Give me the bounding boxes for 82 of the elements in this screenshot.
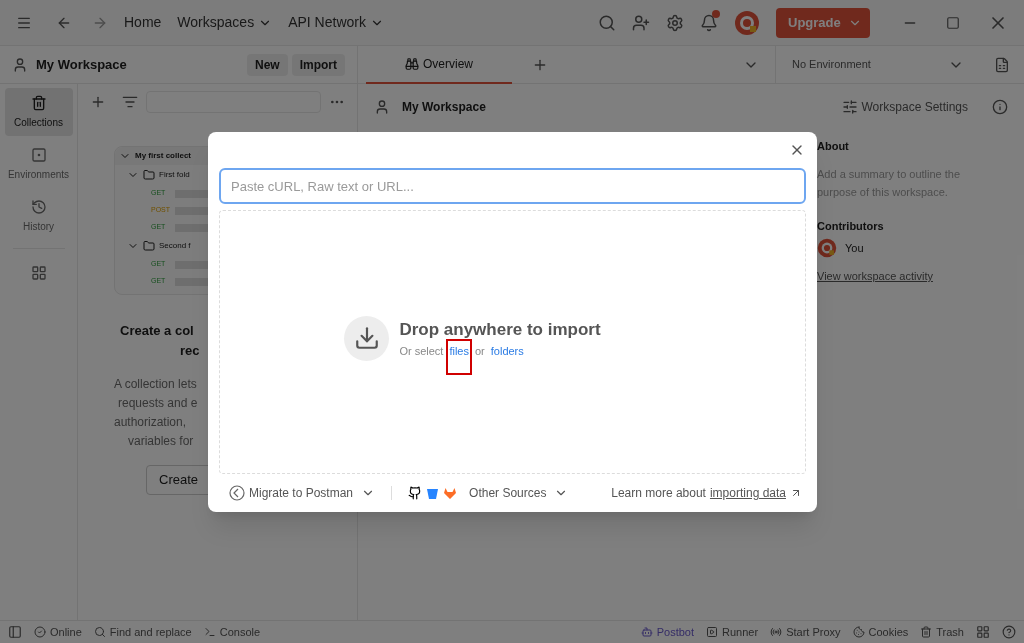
migrate-button[interactable]: Migrate to Postman <box>229 484 376 502</box>
highlight-marker <box>446 338 472 375</box>
activity-link[interactable]: View workspace activity <box>817 268 967 285</box>
status-icon <box>770 626 783 638</box>
import-input[interactable]: Paste cURL, Raw text or URL... <box>219 168 806 204</box>
folder-name: First fold <box>159 169 190 181</box>
status-icon <box>93 626 106 638</box>
nav-menu[interactable]: API Network <box>288 12 384 33</box>
contributors-title: Contributors <box>817 218 885 234</box>
environment-quick-look-icon[interactable] <box>994 56 1010 73</box>
environment-select[interactable]: No Environment <box>775 45 980 84</box>
apps-icon[interactable] <box>30 265 47 281</box>
settings-icon[interactable] <box>666 13 684 32</box>
status-button[interactable]: Online <box>34 623 82 641</box>
status-icon <box>852 626 865 638</box>
empty-text: requests and e <box>117 395 198 412</box>
nav-menu[interactable]: Workspaces <box>177 12 273 33</box>
empty-title: rec <box>179 342 200 360</box>
info-icon[interactable] <box>992 99 1008 115</box>
nav-menu[interactable]: Home <box>124 12 162 33</box>
rail-tab[interactable]: History <box>4 192 73 240</box>
status-button[interactable]: Console <box>203 623 261 641</box>
folder-icon <box>143 240 155 252</box>
learn-text: Learn more about <box>611 485 706 502</box>
search-icon[interactable] <box>598 13 616 32</box>
empty-text: A collection lets <box>114 376 197 393</box>
rail-tab[interactable]: Collections <box>4 88 73 136</box>
rail-icon <box>30 94 47 111</box>
empty-title: Create a col <box>120 322 194 340</box>
status-button[interactable]: Runner <box>706 623 759 641</box>
importing-data-link[interactable]: importing data <box>709 484 786 502</box>
drop-hint: or <box>475 343 485 359</box>
status-button[interactable]: Start Proxy <box>770 623 841 641</box>
status-button[interactable]: Cookies <box>852 623 909 641</box>
status-button[interactable]: Postbot <box>640 623 695 641</box>
maximize-icon[interactable] <box>946 15 960 30</box>
workspace-title: My Workspace <box>402 99 486 116</box>
status-icon <box>920 626 933 638</box>
folder-name: Second f <box>159 240 191 252</box>
collection-name: My first collect <box>135 150 191 162</box>
status-button[interactable]: Find and replace <box>93 623 192 641</box>
folder-icon <box>143 169 155 181</box>
workspace-name: My Workspace <box>36 55 127 74</box>
contributor-name: You <box>845 240 864 256</box>
bucket-icon <box>426 486 440 500</box>
filter-icon[interactable] <box>122 94 138 110</box>
bell-icon[interactable] <box>700 13 718 32</box>
rail-icon <box>30 198 47 215</box>
tab[interactable]: Overview <box>366 45 512 84</box>
help-icon[interactable] <box>1002 625 1016 639</box>
empty-text: variables for <box>127 433 194 450</box>
sidebar-toggle-icon[interactable] <box>8 625 22 639</box>
user-icon <box>12 56 28 73</box>
status-icon <box>203 626 216 638</box>
drop-hint: Or select <box>399 343 444 359</box>
layout-icon[interactable] <box>976 625 990 639</box>
sliders-icon <box>841 99 858 115</box>
workspace-settings-button[interactable]: Workspace Settings <box>841 98 968 116</box>
header-button[interactable]: New <box>246 53 288 76</box>
migrate-icon <box>229 485 245 501</box>
add-icon[interactable] <box>90 94 106 110</box>
status-icon <box>34 626 46 638</box>
files-link[interactable]: files <box>449 344 469 357</box>
github-icon <box>408 486 423 500</box>
rail-icon <box>30 146 47 163</box>
fox-icon <box>443 486 458 500</box>
external-link-icon <box>790 487 802 499</box>
about-title: About <box>817 139 850 154</box>
other-sources-button[interactable]: Other Sources <box>408 484 569 502</box>
drop-title: Drop anywhere to import <box>399 319 601 341</box>
rail-tab[interactable]: Environments <box>4 140 73 188</box>
upgrade-button[interactable]: Upgrade <box>776 7 870 38</box>
status-icon <box>640 626 653 638</box>
user-icon <box>374 99 390 115</box>
empty-text: authorization, <box>114 414 187 431</box>
header-button[interactable]: Import <box>291 53 345 76</box>
folders-link[interactable]: folders <box>490 342 524 359</box>
status-button[interactable]: Trash <box>920 623 964 641</box>
invite-icon[interactable] <box>632 13 650 32</box>
overview-icon <box>405 56 419 71</box>
status-icon <box>706 626 719 638</box>
avatar-icon <box>734 9 760 36</box>
